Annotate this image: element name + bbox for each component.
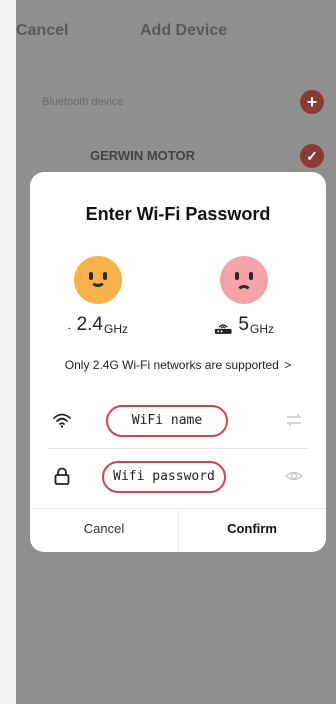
chevron-right-icon: >	[284, 358, 292, 372]
wifi-password-dialog: Enter Wi-Fi Password 2.4 GHz 5 GHz Only …	[30, 172, 326, 552]
router-icon	[214, 324, 232, 334]
check-icon: ✓	[300, 144, 324, 168]
band-5ghz: 5 GHz	[214, 256, 274, 336]
band-label: 2.4 GHz	[68, 314, 128, 336]
edge-strip	[0, 0, 16, 704]
confirm-button[interactable]: Confirm	[178, 509, 326, 552]
header-cancel-button[interactable]: Cancel	[16, 22, 68, 40]
cancel-button[interactable]: Cancel	[30, 509, 178, 552]
band-label: 5 GHz	[214, 314, 274, 336]
device-row[interactable]: GERWIN MOTOR ✓	[16, 140, 336, 170]
bluetooth-label: Bluetooth device	[42, 96, 124, 108]
band-2-4ghz: 2.4 GHz	[68, 256, 128, 336]
router-icon	[68, 327, 71, 329]
dialog-title: Enter Wi-Fi Password	[85, 204, 271, 224]
wifi-icon	[53, 413, 71, 428]
sad-face-icon	[220, 256, 268, 304]
eye-icon[interactable]	[284, 466, 304, 486]
header: Cancel Add Device	[16, 16, 336, 48]
supported-networks-link[interactable]: Only 2.4G Wi-Fi networks are supported >	[30, 358, 326, 372]
plus-icon[interactable]: +	[300, 90, 324, 114]
page-title: Add Device	[140, 22, 228, 39]
wifi-password-field[interactable]: Wifi password	[30, 448, 326, 504]
wifi-password-input[interactable]: Wifi password	[102, 461, 226, 493]
device-name: GERWIN MOTOR	[90, 148, 195, 163]
wifi-name-input[interactable]: WiFi name	[106, 405, 228, 437]
band-unit: GHz	[250, 322, 274, 336]
band-frequency: 5	[238, 314, 249, 335]
note-text: Only 2.4G Wi-Fi networks are supported	[64, 358, 279, 372]
swap-icon[interactable]	[284, 410, 304, 430]
dialog-actions: Cancel Confirm	[30, 508, 326, 552]
lock-icon	[54, 467, 70, 485]
happy-face-icon	[74, 256, 122, 304]
bluetooth-row: Bluetooth device +	[16, 90, 336, 116]
wifi-name-field[interactable]: WiFi name	[30, 392, 326, 448]
band-unit: GHz	[104, 322, 128, 336]
band-frequency: 2.4	[76, 314, 103, 335]
